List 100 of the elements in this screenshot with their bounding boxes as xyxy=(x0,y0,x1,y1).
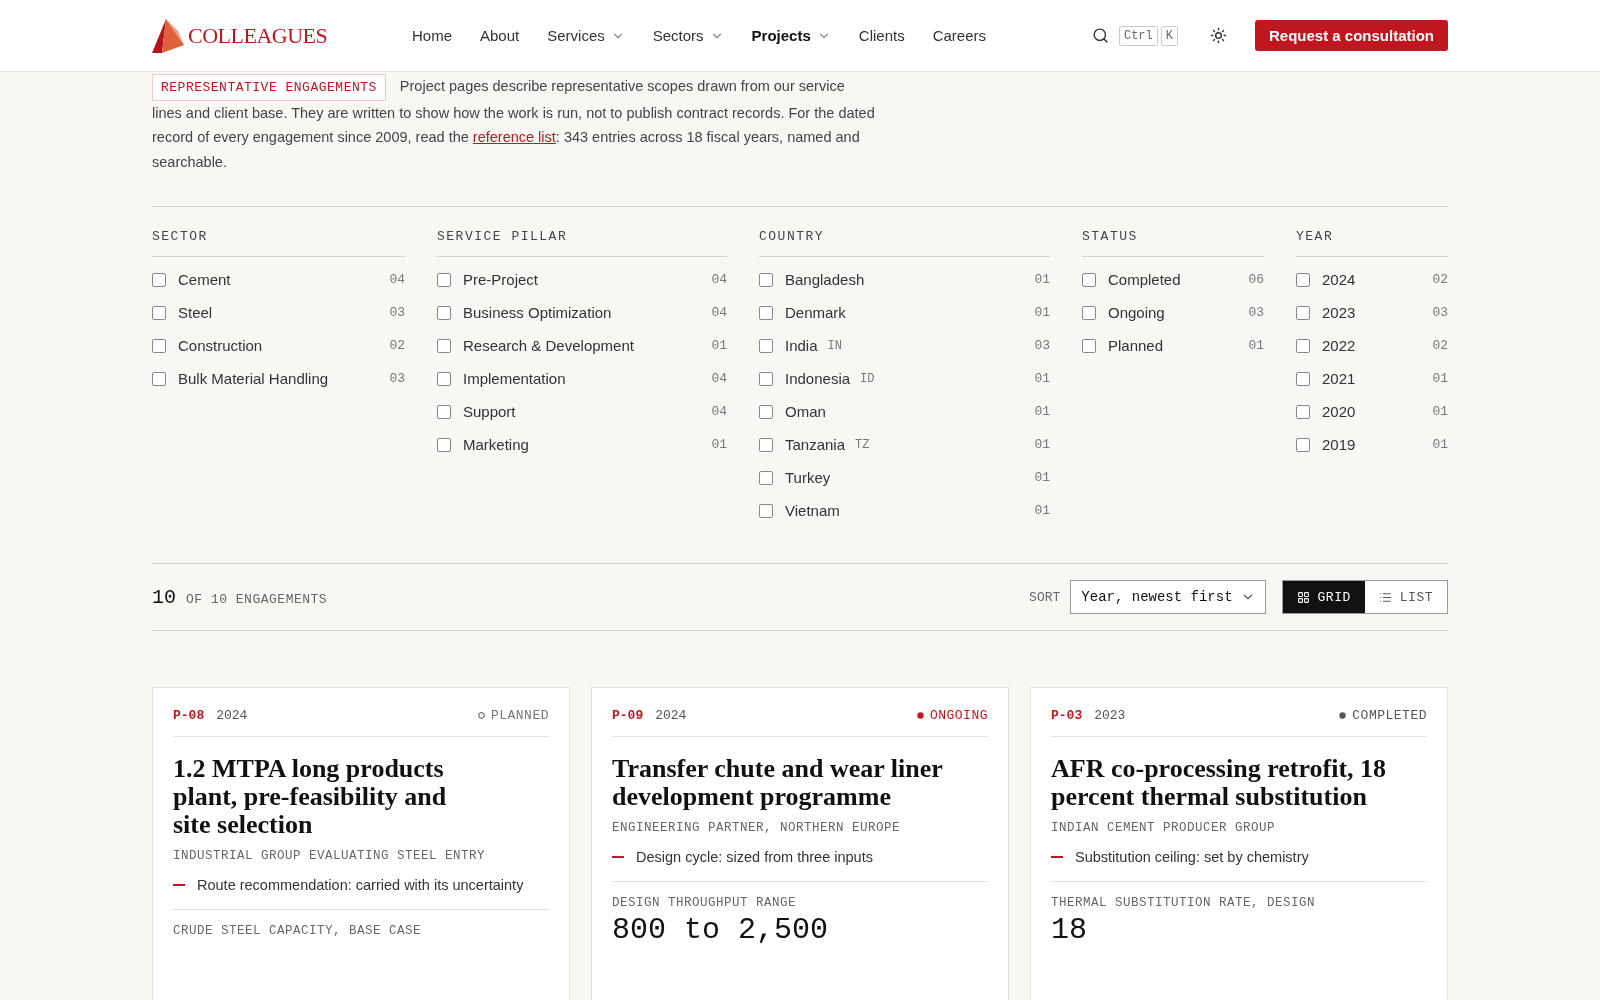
checkbox[interactable] xyxy=(152,371,166,386)
checkbox[interactable] xyxy=(759,305,773,320)
checkbox[interactable] xyxy=(1082,305,1096,320)
sort-select[interactable]: Year, newest first xyxy=(1070,580,1266,614)
nav-link[interactable]: About xyxy=(480,27,520,44)
project-point: Substitution ceiling: set by chemistry xyxy=(1075,849,1309,865)
checkbox[interactable] xyxy=(1082,338,1096,353)
nav-link[interactable]: Home xyxy=(412,27,452,44)
view-toggle[interactable]: LIST xyxy=(1364,581,1447,613)
option-label: 2022 xyxy=(1322,337,1356,354)
sun-icon[interactable] xyxy=(1209,27,1227,44)
nav-link[interactable]: Sectors xyxy=(652,27,724,44)
project-point: Design cycle: sized from three inputs xyxy=(636,849,873,865)
option-label: Cement xyxy=(178,271,231,288)
option-label: Construction xyxy=(178,337,263,354)
option-label: Support xyxy=(463,403,516,420)
project-year: 2024 xyxy=(216,708,249,723)
checkbox[interactable] xyxy=(437,272,451,287)
checkbox[interactable] xyxy=(759,470,773,485)
metric-label: THERMAL SUBSTITUTION RATE, DESIGN xyxy=(1051,896,1317,910)
checkbox[interactable] xyxy=(437,371,451,386)
option-label: Pre-Project xyxy=(463,271,539,288)
checkbox[interactable] xyxy=(437,437,451,452)
nav-link[interactable]: Careers xyxy=(932,27,987,44)
metric-label: CRUDE STEEL CAPACITY, BASE CASE xyxy=(173,924,423,938)
project-status: PLANNED xyxy=(490,708,549,723)
project-card[interactable]: P-03 2023 COMPLETED AFR co-processing retrofit, 18 percent thermal substitution INDIAN CEMENT PRODUCER GROUP Substitution ceiling: set by chemistry THERMAL SUBSTITUTION RATE, DESIGN 18 xyxy=(1030,687,1448,1000)
checkbox[interactable] xyxy=(1296,272,1310,287)
checkbox[interactable] xyxy=(759,338,773,353)
checkbox[interactable] xyxy=(152,305,166,320)
option-label: Marketing xyxy=(463,436,529,453)
filter-heading: YEAR xyxy=(1296,229,1448,257)
project-id: P-09 xyxy=(612,708,644,723)
option-count: 04 xyxy=(711,305,727,320)
checkbox[interactable] xyxy=(1296,404,1310,419)
project-point: Route recommendation: carried with its uncertainty xyxy=(197,877,524,893)
project-id: P-08 xyxy=(173,708,205,723)
project-year: 2023 xyxy=(1094,708,1127,723)
option-count: 02 xyxy=(389,338,405,353)
logo-icon xyxy=(152,18,184,53)
project-client: ENGINEERING PARTNER, NORTHERN EUROPE xyxy=(612,821,902,835)
option-count: 01 xyxy=(711,338,727,353)
dash-icon xyxy=(173,884,185,886)
option-count: 03 xyxy=(389,305,405,320)
option-count: 01 xyxy=(1034,404,1050,419)
project-card[interactable] xyxy=(152,687,570,1000)
checkbox[interactable] xyxy=(759,437,773,452)
nav-link[interactable]: Projects xyxy=(751,27,831,44)
checkbox[interactable] xyxy=(152,272,166,287)
option-label: Completed xyxy=(1108,271,1181,288)
option-count: 03 xyxy=(389,371,405,386)
intro-paragraph: REPRESENTATIVE ENGAGEMENTS Project pages describe representative scopes drawn from our service lines and client base. They are written to show how the work is run, not to publish contract records. For the dated record of every engagement since 2009, read the reference list: 343 entries across 18 fiscal years, named and searchable. xyxy=(152,72,877,174)
checkbox[interactable] xyxy=(759,404,773,419)
filter-heading: STATUS xyxy=(1082,229,1264,257)
option-count: 01 xyxy=(1034,503,1050,518)
filter-heading: SERVICE PILLAR xyxy=(437,229,727,257)
option-label: Bulk Material Handling xyxy=(178,370,329,387)
checkbox[interactable] xyxy=(759,272,773,287)
checkbox[interactable] xyxy=(1296,437,1310,452)
checkbox[interactable] xyxy=(437,404,451,419)
option-label: 2019 xyxy=(1322,436,1356,453)
nav-link[interactable]: Services xyxy=(547,27,625,44)
option-label: Tanzania xyxy=(785,436,846,453)
consultation-button[interactable]: Request a consultation xyxy=(1254,20,1448,51)
option-label: Business Optimization xyxy=(463,304,612,321)
project-title: Transfer chute and wear liner development programme xyxy=(612,755,944,811)
option-label: Indonesia xyxy=(785,370,851,387)
option-count: 01 xyxy=(1248,338,1264,353)
logo-text[interactable]: COLLEAGUES xyxy=(188,22,328,49)
metric-label: DESIGN THROUGHPUT RANGE xyxy=(612,896,798,910)
country-code: TZ xyxy=(855,437,870,452)
checkbox[interactable] xyxy=(1296,305,1310,320)
keyboard-key: K xyxy=(1160,25,1178,46)
checkbox[interactable] xyxy=(759,371,773,386)
project-year: 2024 xyxy=(655,708,688,723)
project-title: AFR co-processing retrofit, 18 percent thermal substitution xyxy=(1051,755,1388,811)
option-count: 01 xyxy=(1034,305,1050,320)
metric-value: 18 xyxy=(1051,914,1088,946)
checkbox[interactable] xyxy=(152,338,166,353)
option-label: Vietnam xyxy=(785,502,840,519)
search-icon[interactable] xyxy=(1091,27,1109,44)
checkbox[interactable] xyxy=(759,503,773,518)
option-label: Steel xyxy=(178,304,213,321)
project-card[interactable]: P-09 2024 ONGOING Transfer chute and wear liner development programme ENGINEERING PARTNER, NORTHERN EUROPE Design cycle: sized from three inputs DESIGN THROUGHPUT RANGE 800 to 2,500 xyxy=(591,687,1009,1000)
project-id: P-03 xyxy=(1051,708,1083,723)
keyboard-key: Ctrl xyxy=(1118,25,1158,46)
checkbox[interactable] xyxy=(1296,371,1310,386)
metric-value: 800 to 2,500 xyxy=(612,914,830,946)
nav-link[interactable]: Clients xyxy=(858,27,905,44)
checkbox[interactable] xyxy=(1296,338,1310,353)
option-label: 2023 xyxy=(1322,304,1356,321)
reference-link[interactable]: reference list xyxy=(472,129,556,145)
checkbox[interactable] xyxy=(437,338,451,353)
option-label: 2020 xyxy=(1322,403,1356,420)
result-count: 10 xyxy=(152,585,176,609)
option-count: 01 xyxy=(1432,404,1448,419)
checkbox[interactable] xyxy=(437,305,451,320)
project-client: INDUSTRIAL GROUP EVALUATING STEEL ENTRY xyxy=(173,849,487,863)
view-toggle[interactable]: GRID xyxy=(1282,581,1365,613)
checkbox[interactable] xyxy=(1082,272,1096,287)
